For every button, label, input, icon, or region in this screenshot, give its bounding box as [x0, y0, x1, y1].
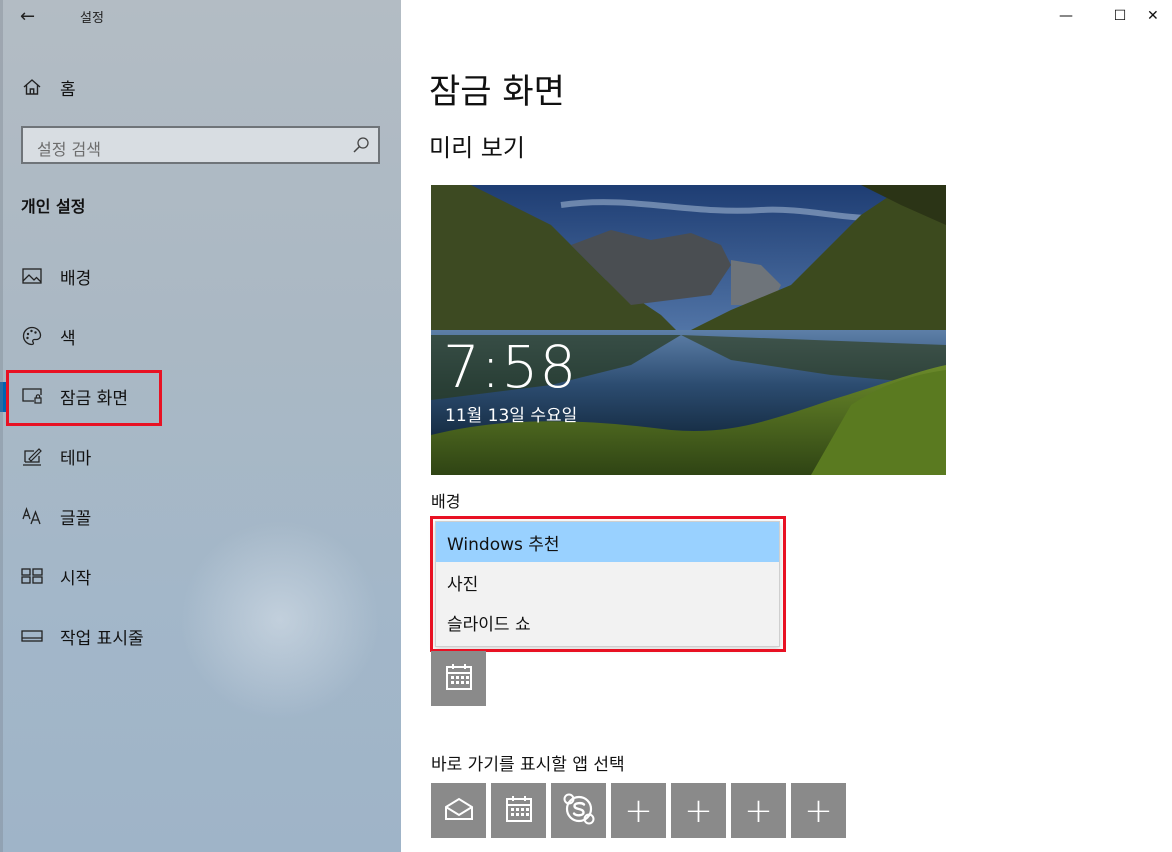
sidebar-item-background[interactable]: 배경 [0, 256, 401, 296]
plus-icon: + [684, 790, 713, 831]
taskbar-icon [21, 625, 43, 647]
lock-screen-preview: 7:58 11월 13일 수요일 [431, 185, 946, 475]
mail-icon [444, 797, 474, 825]
section-label: 개인 설정 [21, 197, 86, 216]
app-tile-skype[interactable] [551, 783, 606, 838]
palette-icon [21, 325, 43, 347]
main-content: — ☐ ✕ 잠금 화면 미리 보기 7:58 11월 13일 수요일 배경 Wi… [401, 0, 1172, 852]
preview-date: 11월 13일 수요일 [445, 406, 578, 426]
nav-home-label: 홈 [60, 79, 76, 100]
app-tile-mail[interactable] [431, 783, 486, 838]
close-button[interactable]: ✕ [1147, 0, 1172, 32]
search-placeholder: 설정 검색 [37, 140, 101, 159]
search-icon[interactable] [352, 136, 370, 158]
plus-icon: + [804, 790, 833, 831]
search-input[interactable]: 설정 검색 [21, 126, 380, 164]
sidebar-item-label: 색 [60, 328, 76, 349]
nav-home[interactable]: 홈 [0, 67, 401, 107]
quick-status-apps-label: 바로 가기를 표시할 앱 선택 [431, 755, 625, 775]
sidebar-item-start[interactable]: 시작 [0, 556, 401, 596]
sidebar-item-label: 테마 [60, 448, 92, 469]
back-button[interactable]: ← [20, 6, 35, 27]
font-icon [21, 505, 43, 527]
page-title: 잠금 화면 [429, 72, 565, 112]
app-tile-add[interactable]: + [731, 783, 786, 838]
sidebar-item-fonts[interactable]: 글꼴 [0, 496, 401, 536]
theme-icon [21, 445, 43, 467]
app-tile-add[interactable]: + [791, 783, 846, 838]
calendar-icon [505, 795, 533, 827]
sidebar-item-color[interactable]: 색 [0, 316, 401, 356]
detailed-status-app-button[interactable] [431, 651, 486, 706]
calendar-icon [445, 663, 473, 695]
plus-icon: + [624, 790, 653, 831]
sidebar-item-label: 배경 [60, 268, 92, 289]
sidebar-item-label: 작업 표시줄 [60, 628, 144, 649]
picture-icon [21, 265, 43, 287]
highlight-box-lock-screen [6, 370, 162, 426]
sidebar-item-label: 글꼴 [60, 508, 92, 529]
skype-icon [563, 793, 595, 829]
home-icon [21, 76, 43, 98]
app-title: 설정 [80, 11, 104, 26]
minimize-button[interactable]: — [1041, 0, 1091, 32]
app-tile-add[interactable]: + [611, 783, 666, 838]
preview-time: 7:58 [443, 333, 578, 401]
app-tile-calendar[interactable] [491, 783, 546, 838]
background-label: 배경 [431, 492, 461, 511]
app-tile-add[interactable]: + [671, 783, 726, 838]
plus-icon: + [744, 790, 773, 831]
highlight-box-dropdown [430, 516, 786, 652]
sidebar: ← 설정 홈 설정 검색 개인 설정 배경 색 잠금 화면 테마 글꼴 시작 작… [0, 0, 401, 852]
maximize-button[interactable]: ☐ [1095, 0, 1145, 32]
sidebar-item-taskbar[interactable]: 작업 표시줄 [0, 616, 401, 656]
preview-landscape-image [431, 185, 946, 475]
sidebar-item-theme[interactable]: 테마 [0, 436, 401, 476]
preview-heading: 미리 보기 [429, 134, 525, 162]
start-icon [21, 565, 43, 587]
sidebar-item-label: 시작 [60, 568, 92, 589]
